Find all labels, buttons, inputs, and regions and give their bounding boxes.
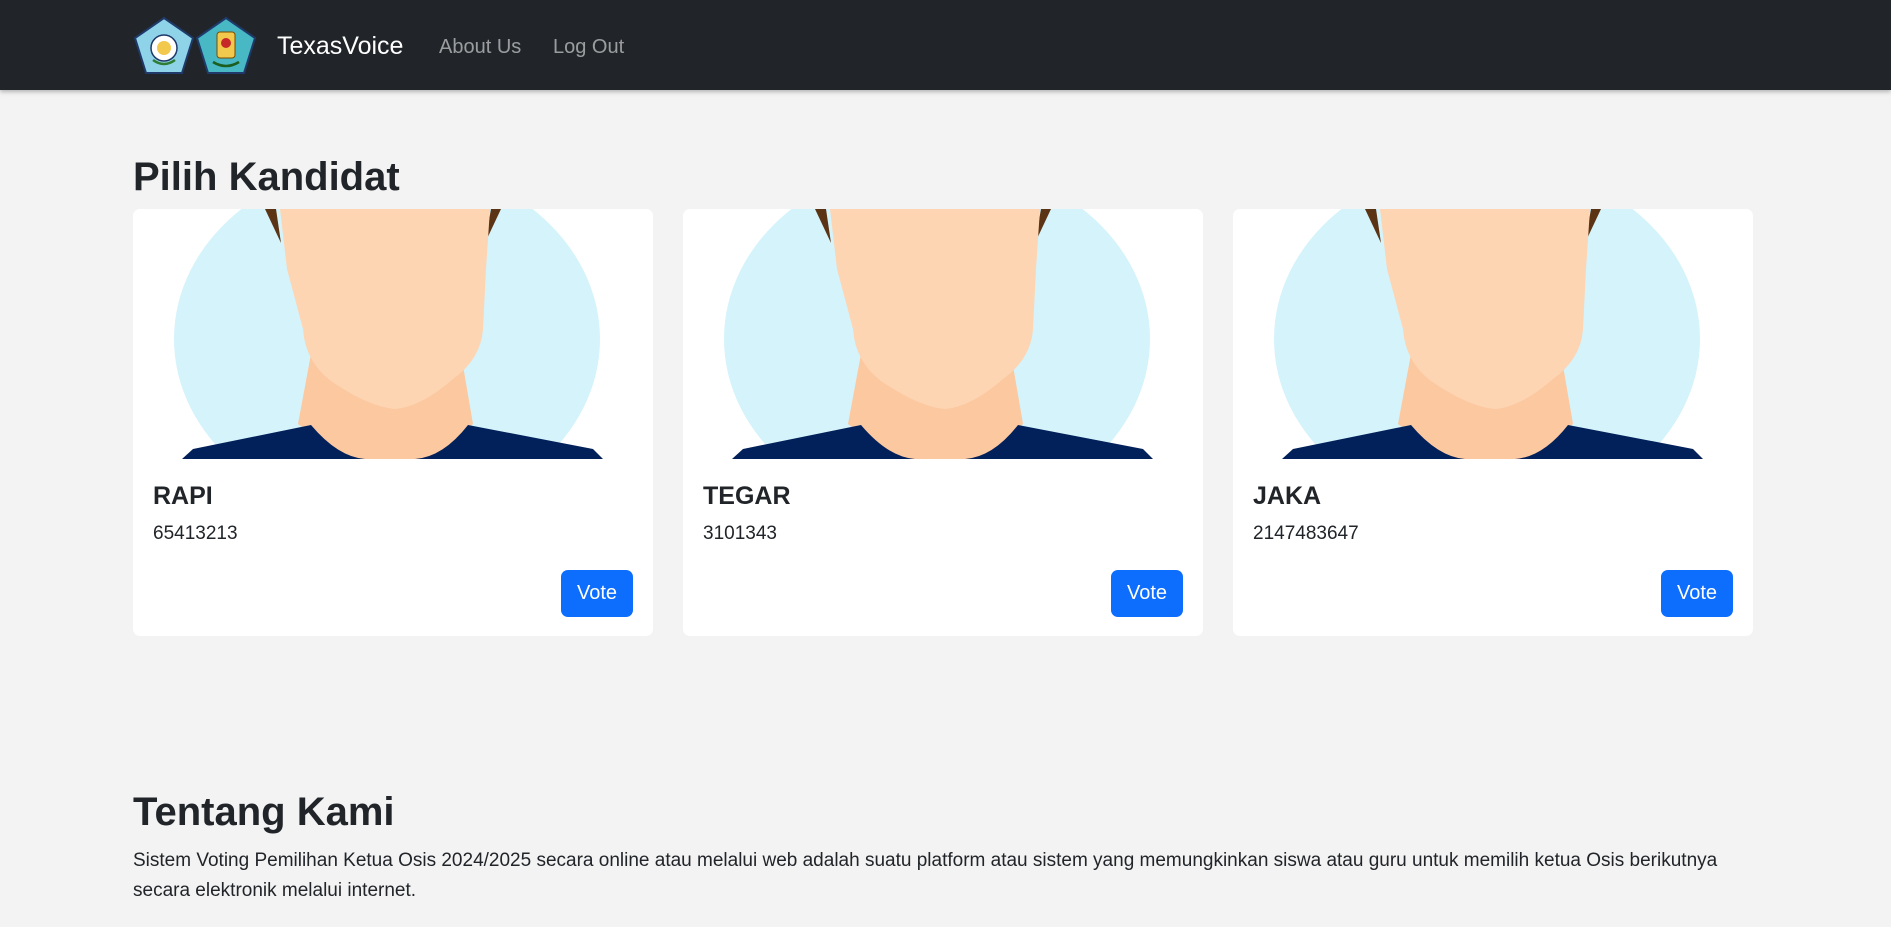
navbar: TexasVoice About Us Log Out xyxy=(0,0,1891,90)
candidate-name: RAPI xyxy=(153,482,213,510)
candidate-number: 2147483647 xyxy=(1253,523,1359,544)
candidate-name: JAKA xyxy=(1253,482,1322,510)
nav-log-out[interactable]: Log Out xyxy=(553,35,624,59)
brand-title[interactable]: TexasVoice xyxy=(277,31,403,61)
vote-button[interactable]: Vote xyxy=(1661,570,1733,617)
person-avatar-image xyxy=(133,209,653,459)
vote-button[interactable]: Vote xyxy=(1111,570,1183,617)
vote-button[interactable]: Vote xyxy=(561,570,633,617)
candidate-number: 65413213 xyxy=(153,523,238,544)
candidate-card: TEGAR 3101343 Vote xyxy=(683,209,1203,636)
person-avatar-image xyxy=(683,209,1203,459)
region-emblem-logo[interactable] xyxy=(195,16,257,76)
person-avatar-image xyxy=(1233,209,1753,459)
school-emblem-logo[interactable] xyxy=(133,16,195,76)
candidates-section-title: Pilih Kandidat xyxy=(133,155,400,199)
about-description: Sistem Voting Pemilihan Ketua Osis 2024/… xyxy=(133,850,1718,901)
candidate-card: JAKA 2147483647 Vote xyxy=(1233,209,1753,636)
candidate-number: 3101343 xyxy=(703,523,777,544)
about-section-title: Tentang Kami xyxy=(133,790,395,834)
candidate-card: RAPI 65413213 Vote xyxy=(133,209,653,636)
nav-about-us[interactable]: About Us xyxy=(439,35,521,59)
candidate-name: TEGAR xyxy=(703,482,791,510)
